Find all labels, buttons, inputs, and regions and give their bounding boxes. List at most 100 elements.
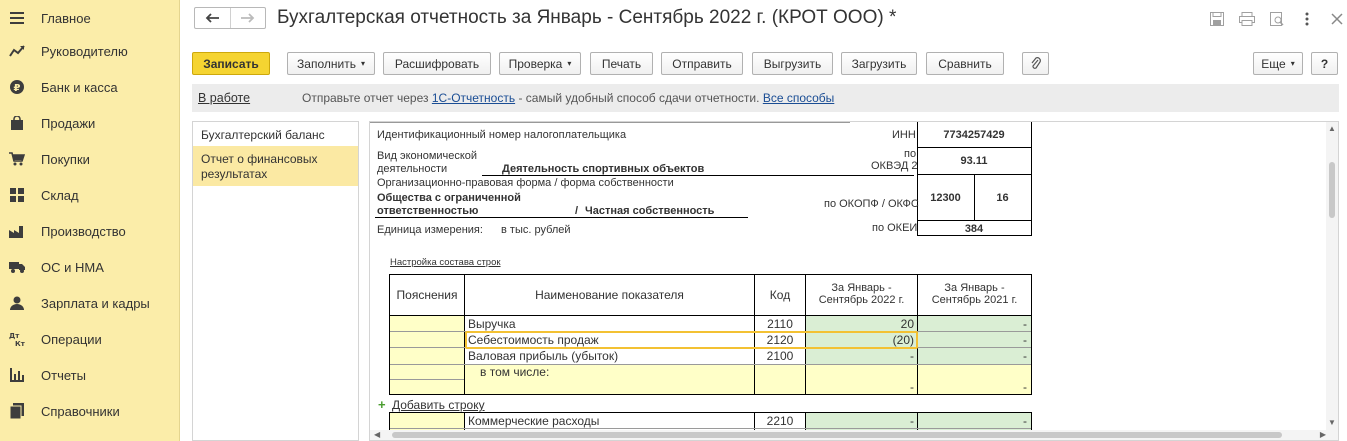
row-prev-gross-profit[interactable]: - xyxy=(918,349,1027,363)
check-button-label: Проверка xyxy=(508,56,563,71)
vertical-scrollbar[interactable]: ▲ ▼ xyxy=(1326,122,1338,440)
all-methods-link[interactable]: Все способы xyxy=(763,91,835,105)
row-cur-commercial-expenses[interactable]: - xyxy=(806,414,914,428)
sidebar-item-manager[interactable]: Руководителю xyxy=(0,33,180,69)
svg-text:Дт: Дт xyxy=(9,332,20,340)
okei-label: по ОКЕИ xyxy=(872,222,918,234)
scroll-down-icon[interactable]: ▼ xyxy=(1328,418,1336,427)
dropdown-arrow-icon: ▾ xyxy=(360,59,365,68)
sidebar-item-bank[interactable]: ₽ Банк и касса xyxy=(0,69,180,105)
sidebar-item-purchases[interactable]: Покупки xyxy=(0,141,180,177)
okved-label-2: ОКВЭД 2 xyxy=(871,160,918,172)
horizontal-scrollbar[interactable]: ◀ ▶ xyxy=(370,430,1328,440)
arrow-left-icon xyxy=(205,13,220,23)
scroll-left-icon[interactable]: ◀ xyxy=(374,430,380,439)
dropdown-arrow-icon: ▾ xyxy=(1290,59,1295,68)
bag-icon xyxy=(9,115,25,131)
row-prev-revenue[interactable]: - xyxy=(918,317,1027,331)
fill-button[interactable]: Заполнить ▾ xyxy=(287,52,375,75)
sidebar-item-production[interactable]: Производство xyxy=(0,213,180,249)
section-balance[interactable]: Бухгалтерский баланс xyxy=(193,125,358,146)
legal-form-1[interactable]: Общества с ограниченной xyxy=(377,192,521,204)
section-financial-results[interactable]: Отчет о финансовых результатах xyxy=(193,146,358,186)
sidebar-item-label: Главное xyxy=(41,10,91,26)
sidebar-item-assets[interactable]: ОС и НМА xyxy=(0,249,180,285)
horizontal-scroll-thumb[interactable] xyxy=(392,432,1282,438)
1c-reporting-link[interactable]: 1С-Отчетность xyxy=(432,91,515,105)
info-bar: В работе Отправьте отчет через 1С-Отчетн… xyxy=(192,84,1339,112)
row-cur-gross-profit[interactable]: - xyxy=(806,349,914,363)
scroll-right-icon[interactable]: ▶ xyxy=(1320,430,1326,439)
inn-value[interactable]: 7734257429 xyxy=(917,129,1031,141)
report-form: Идентификационный номер налогоплательщик… xyxy=(369,121,1339,441)
info-message-middle: - самый удобный способ сдачи отчетности. xyxy=(518,91,760,105)
legal-form-2[interactable]: ответственностью xyxy=(377,205,478,217)
legal-form-separator: / xyxy=(575,205,579,217)
activity-value[interactable]: Деятельность спортивных объектов xyxy=(502,163,704,175)
row-prev-including[interactable]: - xyxy=(918,380,1027,394)
sidebar-item-label: Зарплата и кадры xyxy=(41,295,150,311)
status-link[interactable]: В работе xyxy=(198,91,250,105)
cart-icon xyxy=(9,151,25,167)
notes-cells[interactable] xyxy=(390,316,464,394)
row-prev-commercial-expenses[interactable]: - xyxy=(918,414,1027,428)
col-header-previous-2: Сентябрь 2021 г. xyxy=(931,294,1018,306)
save-icon[interactable] xyxy=(1208,10,1226,28)
sidebar-item-label: Склад xyxy=(41,187,79,203)
col-header-previous-1: За Январь - xyxy=(944,282,1005,294)
row-prev-cost-of-sales[interactable]: - xyxy=(918,333,1027,347)
okved-value[interactable]: 93.11 xyxy=(917,155,1031,167)
col-header-code: Код xyxy=(769,288,791,302)
more-button[interactable]: Еще ▾ xyxy=(1253,52,1303,75)
okved-label-1: по xyxy=(904,148,917,160)
ownership-value[interactable]: Частная собственность xyxy=(585,205,714,217)
detail-code-cell[interactable] xyxy=(755,365,805,394)
save-button[interactable]: Записать xyxy=(192,52,270,75)
sidebar-item-directories[interactable]: Справочники xyxy=(0,393,180,429)
okopf-value[interactable]: 12300 xyxy=(917,192,974,204)
okei-value[interactable]: 384 xyxy=(917,223,1031,235)
add-row-link[interactable]: Добавить строку xyxy=(392,398,485,412)
row-settings-link[interactable]: Настройка состава строк xyxy=(390,257,501,268)
sidebar-item-label: Операции xyxy=(41,331,102,347)
row-code-commercial-expenses: 2210 xyxy=(766,414,794,428)
check-button[interactable]: Проверка ▾ xyxy=(499,52,581,75)
col-header-name: Наименование показателя xyxy=(535,288,684,302)
send-button[interactable]: Отправить xyxy=(661,52,743,75)
sidebar-item-sales[interactable]: Продажи xyxy=(0,105,180,141)
report-sections-list: Бухгалтерский баланс Отчет о финансовых … xyxy=(192,121,359,441)
page-title: Бухгалтерская отчетность за Январь - Сен… xyxy=(277,7,897,28)
row-cur-revenue[interactable]: 20 xyxy=(806,317,914,331)
export-button[interactable]: Выгрузить xyxy=(752,52,833,75)
vertical-scroll-thumb[interactable] xyxy=(1329,162,1335,218)
row-cur-including[interactable]: - xyxy=(806,380,914,394)
warehouse-icon xyxy=(9,187,25,203)
print-icon[interactable] xyxy=(1238,10,1256,28)
info-message: Отправьте отчет через 1С-Отчетность - са… xyxy=(302,91,834,105)
svg-text:₽: ₽ xyxy=(14,83,21,94)
decode-button[interactable]: Расшифровать xyxy=(383,52,491,75)
forward-button[interactable] xyxy=(231,8,266,28)
sidebar-item-warehouse[interactable]: Склад xyxy=(0,177,180,213)
compare-button[interactable]: Сравнить xyxy=(926,52,1004,75)
sidebar-item-main[interactable]: Главное xyxy=(0,0,180,36)
dt-kt-icon: Дт Кт xyxy=(9,331,25,347)
add-icon: + xyxy=(378,397,386,412)
okfs-value[interactable]: 16 xyxy=(974,192,1031,204)
paperclip-icon xyxy=(1031,56,1041,69)
scroll-up-icon[interactable]: ▲ xyxy=(1328,124,1336,133)
close-icon[interactable] xyxy=(1328,10,1346,28)
sidebar-item-payroll[interactable]: Зарплата и кадры xyxy=(0,285,180,321)
more-vertical-icon[interactable] xyxy=(1298,10,1316,28)
help-button[interactable]: ? xyxy=(1311,52,1338,75)
sidebar-item-label: Руководителю xyxy=(41,43,128,59)
import-button[interactable]: Загрузить xyxy=(841,52,917,75)
sidebar-item-reports[interactable]: Отчеты xyxy=(0,357,180,393)
sidebar-item-operations[interactable]: Дт Кт Операции xyxy=(0,321,180,357)
print-button[interactable]: Печать xyxy=(590,52,653,75)
back-button[interactable] xyxy=(195,8,231,28)
col-header-current-2: Сентябрь 2022 г. xyxy=(818,294,905,306)
attach-button[interactable] xyxy=(1022,52,1049,75)
preview-icon[interactable] xyxy=(1268,10,1286,28)
row-selection-highlight xyxy=(465,331,918,349)
